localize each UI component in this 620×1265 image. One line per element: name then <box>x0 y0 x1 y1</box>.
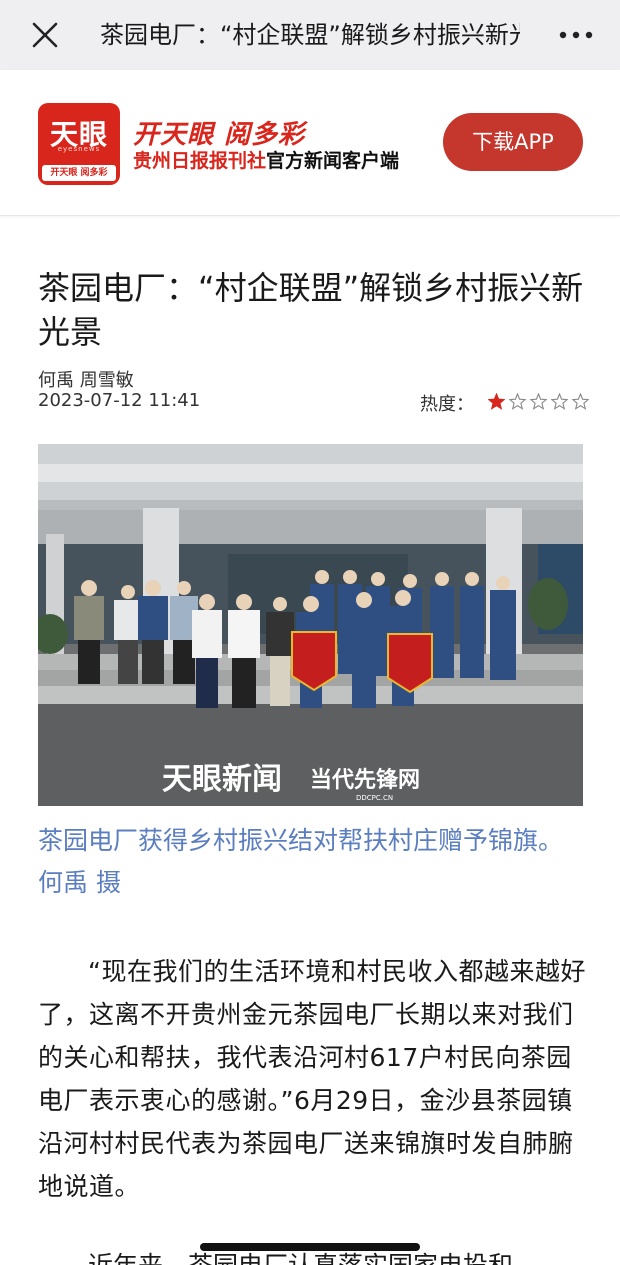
article-photo: 天眼新闻 当代先锋网 DDCPC.CN <box>38 444 583 806</box>
star-empty-icon <box>530 393 547 410</box>
star-empty-icon <box>509 393 526 410</box>
download-app-button[interactable]: 下载APP <box>443 113 583 171</box>
star-filled-icon <box>488 393 505 410</box>
photo-caption: 茶园电厂获得乡村振兴结对帮扶村庄赠予锦旗。何禹 摄 <box>38 826 564 897</box>
heat-rating: 热度： <box>420 390 589 415</box>
article-title: 茶园电厂：“村企联盟”解锁乡村振兴新光景 <box>38 269 584 351</box>
photo-watermark-left: 天眼新闻 <box>162 762 282 797</box>
more-options-icon[interactable] <box>556 24 596 46</box>
heat-label: 热度： <box>420 394 474 415</box>
tagline-publisher: 贵州日报报刊社 <box>133 150 267 172</box>
nav-title: 茶园电厂：“村企联盟”解锁乡村振兴新光景 <box>100 21 520 49</box>
app-download-banner: 天眼 eyesnews 开天眼 阅多彩 开天眼 阅多彩 贵州日报报刊社官方新闻客… <box>0 70 620 216</box>
photo-watermark-url: DDCPC.CN <box>356 794 393 802</box>
star-empty-icon <box>572 393 589 410</box>
top-nav-bar: 茶园电厂：“村企联盟”解锁乡村振兴新光景 <box>0 0 620 70</box>
logo-subtext: eyesnews <box>57 145 101 153</box>
article-authors: 何禹 周雪敏 <box>38 370 134 391</box>
app-tagline: 贵州日报报刊社官方新闻客户端 <box>133 146 399 173</box>
app-logo: 天眼 eyesnews 开天眼 阅多彩 <box>38 103 120 185</box>
home-indicator[interactable] <box>200 1243 420 1251</box>
logo-foot-text: 开天眼 阅多彩 <box>42 165 116 181</box>
group-photo-illustration: 天眼新闻 当代先锋网 DDCPC.CN <box>38 444 583 806</box>
close-icon[interactable] <box>28 20 62 50</box>
article-paragraph-1: “现在我们的生活环境和村民收入都越来越好了，这离不开贵州金元茶园电厂长期以来对我… <box>38 957 586 1201</box>
star-empty-icon <box>551 393 568 410</box>
photo-watermark-right: 当代先锋网 <box>310 767 420 793</box>
article-date: 2023-07-12 11:41 <box>38 390 201 411</box>
tagline-desc: 官方新闻客户端 <box>266 150 400 172</box>
heat-stars <box>488 393 589 410</box>
